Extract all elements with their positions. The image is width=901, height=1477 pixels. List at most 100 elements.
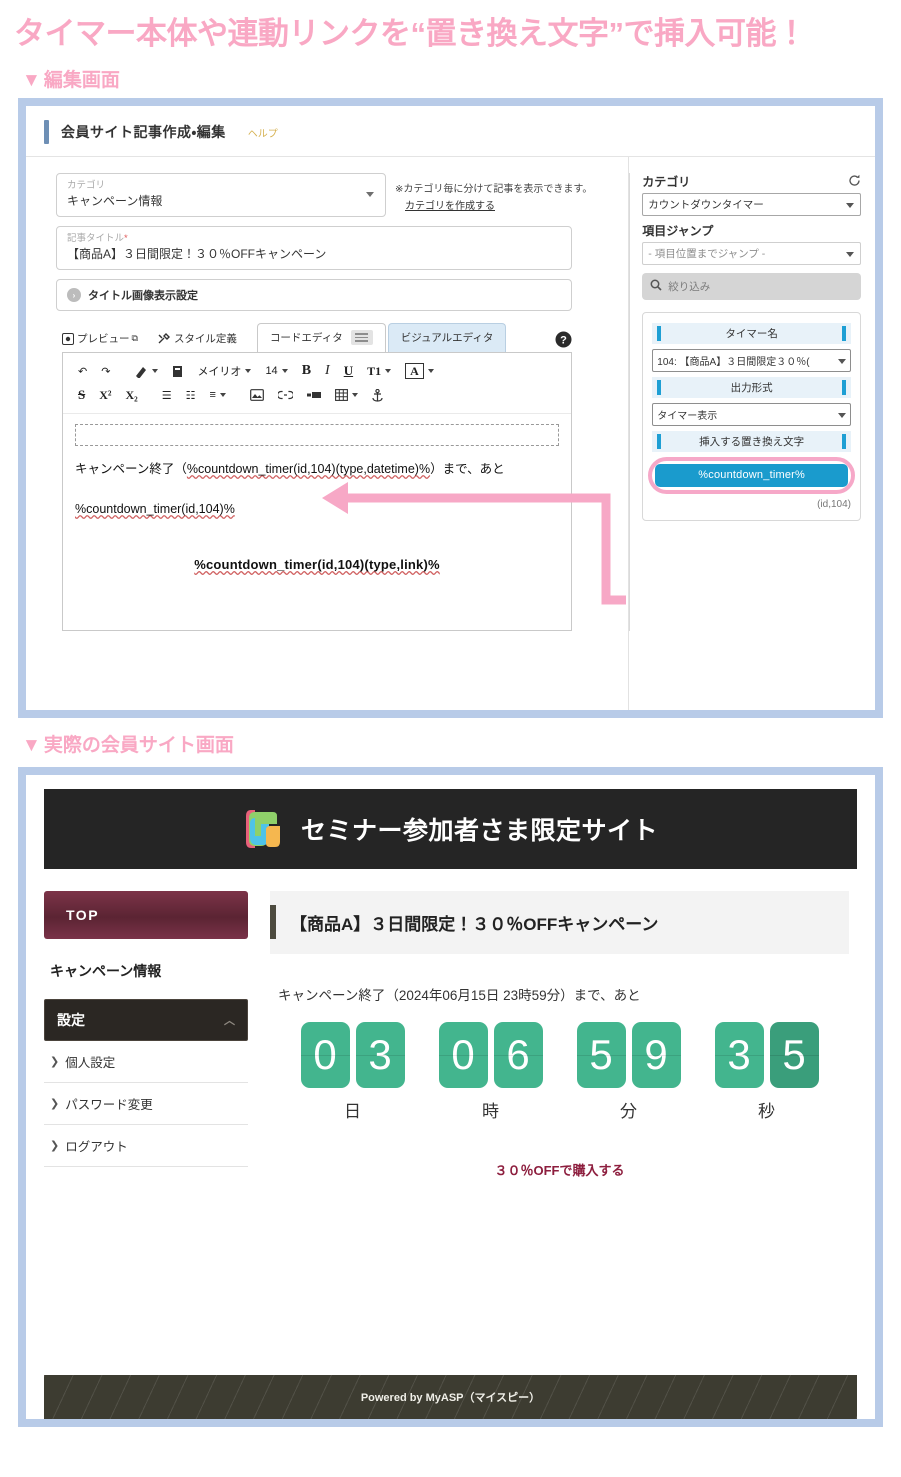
font-size-select[interactable]: 14 [258,365,294,377]
external-link-icon: ⧉ [131,333,138,343]
bullet-list-button[interactable]: ☰ [155,389,179,402]
sidebar-category-heading: キャンペーン情報 [50,963,162,979]
panel-search-placeholder: 絞り込み [668,281,711,293]
panel-search-input[interactable]: 絞り込み [642,273,861,300]
panel-timer-card: タイマー名 104: 【商品A】３日間限定３０％( 出力形式 タイマー表示 挿入… [642,312,861,521]
style-definition-button[interactable]: スタイル定義 [158,331,237,352]
panel-jump-select[interactable]: - 項目位置までジャンプ - [642,242,861,265]
site-footer: Powered by MyASP（マイスピー） [44,1375,857,1419]
sidebar-item-personal-settings[interactable]: ❯ 個人設定 [44,1041,248,1083]
title-image-accordion-label: タイトル画像表示設定 [88,290,198,302]
sidebar-top-button[interactable]: TOP [44,891,248,939]
text-style-button[interactable]: T1 [360,364,398,379]
help-link[interactable]: ヘルプ [248,125,278,140]
refresh-icon[interactable] [848,174,861,190]
title-accent-bar [270,905,276,939]
countdown-unit-label: 分 [620,1102,637,1121]
chevron-down-icon [281,369,288,373]
superscript-button[interactable]: X² [92,388,118,403]
tab-code-editor[interactable]: コードエディタ [256,323,386,352]
editor-line-2-token: %countdown_timer(id,104)% [75,502,235,516]
countdown-digit: 3 [714,1022,764,1088]
category-row: カテゴリ キャンペーン情報 ※カテゴリ毎に分けて記事を表示できます。 カテゴリを… [56,173,615,226]
output-format-select[interactable]: タイマー表示 [652,403,851,426]
editor-content-area[interactable]: キャンペーン終了（%countdown_timer(id,104)(type,d… [63,414,571,630]
help-icon[interactable]: ? [555,331,572,352]
preview-button[interactable]: プレビュー ⧉ [62,331,138,352]
panel-jump-label: 項目ジャンプ [642,224,714,238]
countdown-digits: 5 9 [576,1022,681,1088]
chevron-up-icon: ︿ [224,1015,235,1027]
countdown-unit-hours: 0 6 時 [438,1022,543,1122]
numbered-list-button[interactable]: ☷ [179,389,203,402]
output-format-value: タイマー表示 [657,411,718,422]
chevron-right-icon: ❯ [50,1098,60,1110]
redo-button[interactable]: ↷ [94,365,117,378]
align-button[interactable]: ≡ [203,389,233,401]
article-title-field[interactable]: 記事タイトル* 【商品A】３日間限定！３０％OFFキャンペーン [56,226,572,270]
category-note: ※カテゴリ毎に分けて記事を表示できます。 カテゴリを作成する [395,173,592,215]
countdown-digit: 9 [631,1022,681,1088]
panel-jump-value: - 項目位置までジャンプ - [648,248,766,260]
create-category-link[interactable]: カテゴリを作成する [405,198,495,215]
underline-button[interactable]: U [337,363,360,379]
rich-text-editor: プレビュー ⧉ スタイル定義 コードエディタ ビジュアルエディタ ? ↶ ↷ メ… [62,322,572,631]
countdown-unit-label: 日 [344,1102,361,1121]
category-select[interactable]: カテゴリ キャンペーン情報 [56,173,386,217]
countdown-digit: 5 [769,1022,819,1088]
editor-line-3-token: %countdown_timer(id,104)(type,link)% [194,557,440,572]
editor-left-column: カテゴリ キャンペーン情報 ※カテゴリ毎に分けて記事を表示できます。 カテゴリを… [56,157,630,710]
preview-icon [62,332,74,345]
site-header: セミナー参加者さま限定サイト [44,789,857,869]
font-color-button[interactable]: A [398,363,441,379]
font-color-label: A [405,363,424,379]
chevron-down-icon [846,251,854,257]
chevron-down-icon [351,393,358,397]
chevron-down-icon [427,369,434,373]
strikethrough-button[interactable]: S [71,387,92,403]
tab-visual-editor[interactable]: ビジュアルエディタ [387,323,507,352]
site-sidebar: TOP キャンペーン情報 設定 ︿ ❯ 個人設定 ❯ パスワード変更 ❯ ログア… [44,891,270,1363]
purchase-link[interactable]: ３０％OFFで購入する [495,1163,625,1178]
panel-category-value: カウントダウンタイマー [648,199,764,211]
sidebar-settings-list: ❯ 個人設定 ❯ パスワード変更 ❯ ログアウト [44,1041,248,1167]
svg-text:?: ? [560,335,567,347]
editor-line-2: %countdown_timer(id,104)% [75,498,559,520]
category-label: カテゴリ [67,180,106,191]
paste-button[interactable] [165,365,190,378]
myasp-logo-icon [243,806,287,852]
title-image-accordion[interactable]: › タイトル画像表示設定 [56,279,572,311]
triangle-marker: ▼ [22,735,41,756]
insert-tag-button[interactable]: %countdown_timer% [655,464,848,487]
bold-button[interactable]: B [295,363,318,379]
chevron-right-icon: ❯ [50,1056,60,1068]
horizontal-rule-button[interactable] [300,390,328,400]
font-family-value: メイリオ [197,366,242,378]
timer-name-select[interactable]: 104: 【商品A】３日間限定３０％( [652,349,851,372]
anchor-button[interactable] [365,388,390,402]
sidebar-item-password-change[interactable]: ❯ パスワード変更 [44,1083,248,1125]
toolbar-row-2: S X² X₂ ☰ ☷ ≡ [71,383,563,407]
bar-tick-left [657,434,662,449]
eraser-button[interactable] [127,365,165,378]
site-title: セミナー参加者さま限定サイト [300,817,658,845]
subscript-button[interactable]: X₂ [119,388,145,403]
bar-tick-right [842,380,846,395]
chevron-down-icon [245,369,252,373]
countdown-digits: 3 5 [714,1022,819,1088]
insert-link-button[interactable] [271,390,300,400]
italic-button[interactable]: I [318,363,337,379]
undo-button[interactable]: ↶ [71,365,94,378]
sidebar-settings-accordion[interactable]: 設定 ︿ [44,999,248,1041]
search-icon [650,279,662,294]
tab-visual-editor-label: ビジュアルエディタ [400,332,494,344]
insert-table-button[interactable] [328,389,365,401]
font-family-select[interactable]: メイリオ [190,363,258,379]
timer-name-value: 104: 【商品A】３日間限定３０％( [657,357,810,368]
insert-image-button[interactable] [243,389,271,401]
sidebar-item-logout[interactable]: ❯ ログアウト [44,1125,248,1167]
empty-paragraph-placeholder[interactable] [75,424,559,446]
countdown-digit: 5 [576,1022,626,1088]
panel-category-select[interactable]: カウントダウンタイマー [642,193,861,216]
font-size-value: 14 [265,365,278,377]
